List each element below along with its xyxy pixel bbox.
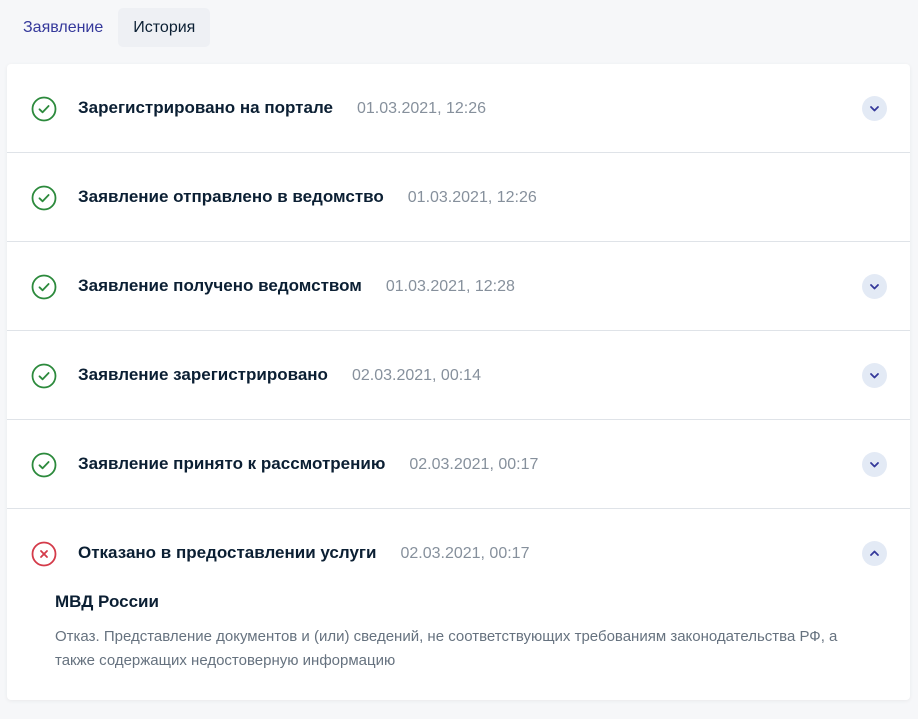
history-item-date: 01.03.2021, 12:26: [407, 189, 537, 206]
history-item[interactable]: Заявление принято к рассмотрению 02.03.20…: [7, 420, 910, 509]
expand-button[interactable]: [862, 363, 887, 388]
check-circle-icon: [31, 363, 57, 389]
history-item[interactable]: Заявление зарегистрировано 02.03.2021, 00…: [7, 331, 910, 420]
history-item-date: 01.03.2021, 12:26: [356, 100, 486, 117]
history-item-date: 02.03.2021, 00:17: [409, 456, 539, 473]
tab-bar: Заявление История: [8, 8, 211, 48]
check-circle-icon: [31, 185, 57, 211]
expand-button[interactable]: [862, 274, 887, 299]
department-name: МВД России: [55, 592, 159, 611]
check-circle-icon: [31, 452, 57, 478]
chevron-down-icon: [870, 106, 879, 112]
expand-button[interactable]: [862, 96, 887, 121]
tab-application[interactable]: Заявление: [8, 8, 118, 47]
history-item-date: 02.03.2021, 00:17: [400, 545, 530, 562]
expand-button[interactable]: [862, 452, 887, 477]
history-item-date: 02.03.2021, 00:14: [351, 367, 481, 384]
history-item-title: Заявление принято к рассмотрению 02.03.20…: [78, 454, 539, 473]
chevron-down-icon: [870, 284, 879, 290]
history-item[interactable]: Заявление получено ведомством 01.03.2021,…: [7, 242, 910, 331]
rejection-reason: Отказ. Представление документов и (или) …: [55, 628, 838, 669]
history-item-title: Зарегистрировано на портале 01.03.2021, 1…: [78, 98, 486, 117]
chevron-down-icon: [870, 373, 879, 379]
chevron-up-icon: [870, 550, 879, 556]
cross-circle-icon: [31, 541, 57, 567]
check-circle-icon: [31, 274, 57, 300]
collapse-button[interactable]: [862, 541, 887, 566]
history-item: Заявление отправлено в ведомство 01.03.20…: [7, 153, 910, 242]
tab-history[interactable]: История: [118, 8, 211, 47]
history-item[interactable]: Зарегистрировано на портале 01.03.2021, 1…: [7, 64, 910, 153]
history-item[interactable]: Отказано в предоставлении услуги 02.03.20…: [7, 509, 910, 704]
history-card: Зарегистрировано на портале 01.03.2021, 1…: [7, 64, 910, 700]
check-circle-icon: [31, 96, 57, 122]
history-item-title: Заявление получено ведомством 01.03.2021,…: [78, 276, 515, 295]
chevron-down-icon: [870, 462, 879, 468]
history-item-title: Заявление отправлено в ведомство 01.03.20…: [78, 187, 537, 206]
history-item-date: 01.03.2021, 12:28: [385, 278, 515, 295]
history-item-title: Заявление зарегистрировано 02.03.2021, 00…: [78, 365, 481, 384]
history-item-title: Отказано в предоставлении услуги 02.03.20…: [78, 543, 530, 562]
